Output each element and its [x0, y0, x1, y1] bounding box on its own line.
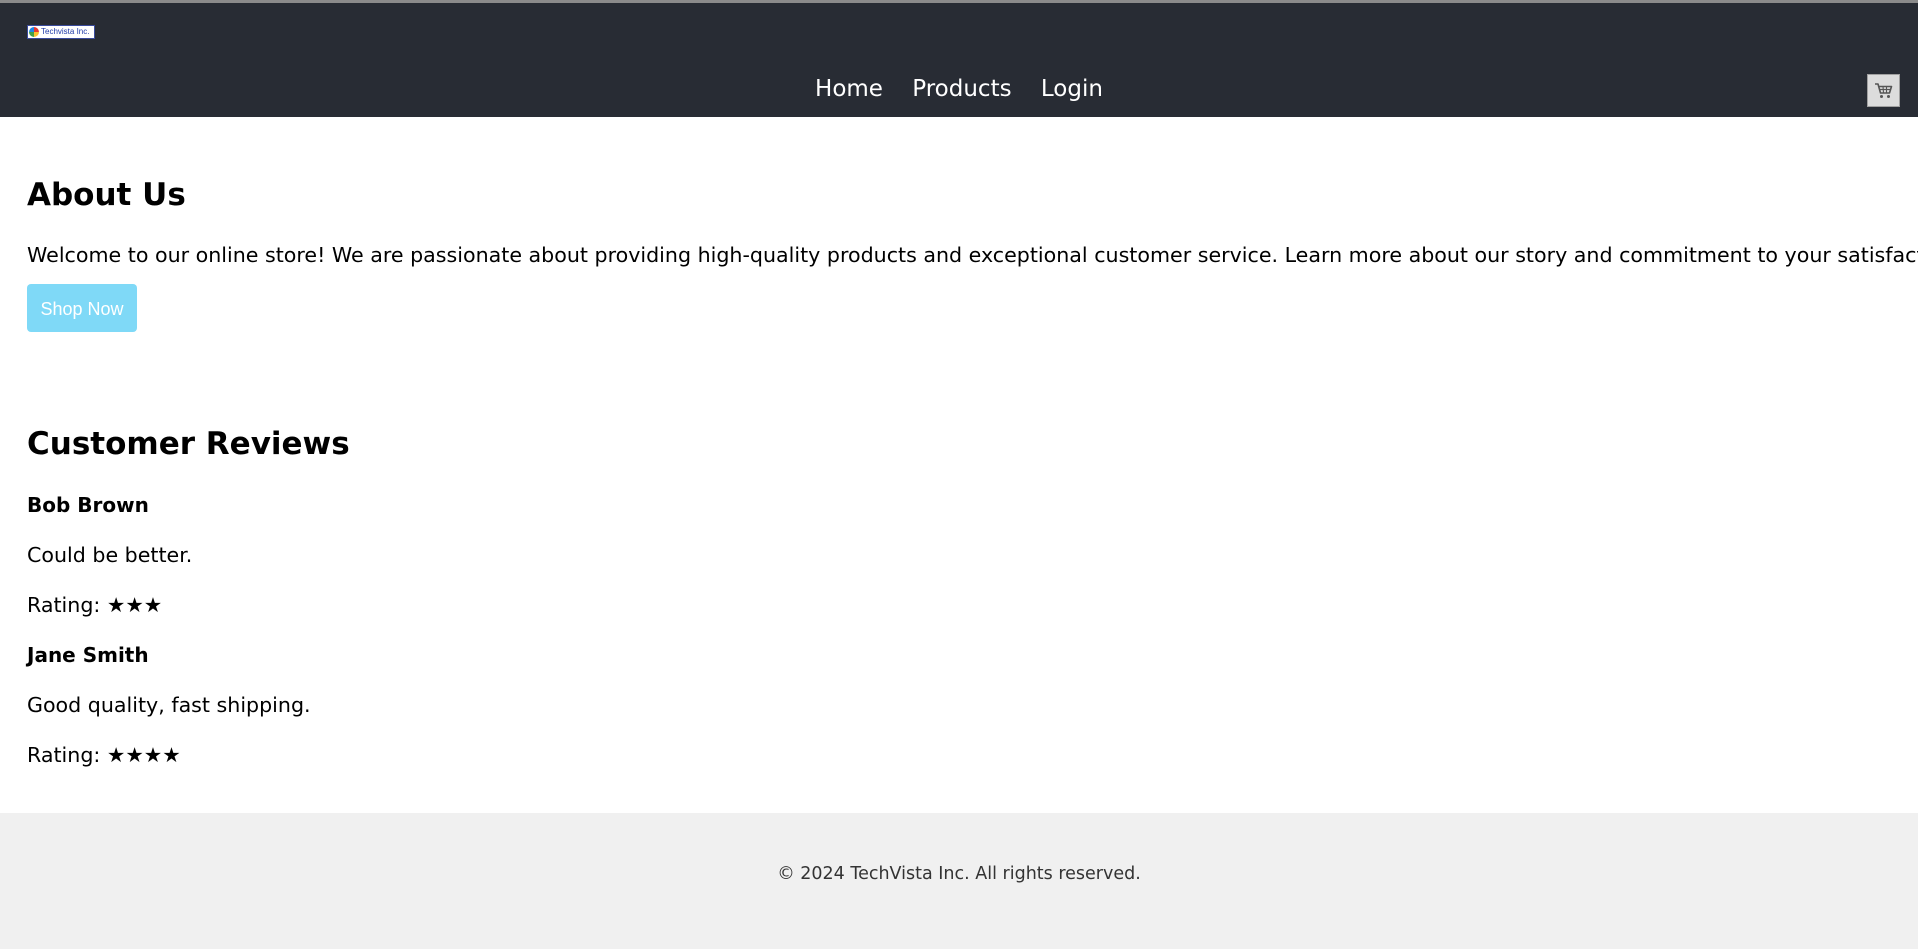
about-section: About Us Welcome to our online store! We… [27, 117, 1918, 417]
logo-text: Techvista Inc. [41, 27, 90, 36]
company-logo[interactable]: Techvista Inc. [27, 25, 95, 39]
reviews-section: Customer Reviews Bob Brown Could be bett… [27, 417, 1891, 767]
site-footer: © 2024 TechVista Inc. All rights reserve… [0, 813, 1918, 949]
review-item: Jane Smith Good quality, fast shipping. … [27, 643, 1891, 767]
main-nav: Home Products Login [0, 75, 1918, 103]
cart-button[interactable] [1867, 74, 1900, 107]
review-item: Bob Brown Could be better. Rating: ★★★ [27, 493, 1891, 617]
reviewer-name: Bob Brown [27, 493, 149, 517]
nav-home-link[interactable]: Home [815, 76, 883, 102]
main-content: About Us Welcome to our online store! We… [0, 117, 1918, 767]
reviewer-name: Jane Smith [27, 643, 149, 667]
review-rating: Rating: ★★★★ [27, 743, 181, 767]
review-text: Good quality, fast shipping. [27, 693, 311, 717]
shopping-cart-icon [1875, 83, 1893, 98]
logo-mark-icon [29, 27, 39, 37]
reviews-title: Customer Reviews [27, 426, 350, 462]
copyright-text: © 2024 TechVista Inc. All rights reserve… [777, 864, 1141, 884]
site-header: Techvista Inc. Home Products Login [0, 3, 1918, 117]
review-text: Could be better. [27, 543, 193, 567]
shop-now-button[interactable]: Shop Now [27, 284, 137, 332]
about-description: Welcome to our online store! We are pass… [27, 243, 1918, 267]
nav-login-link[interactable]: Login [1041, 76, 1103, 102]
nav-products-link[interactable]: Products [912, 76, 1011, 102]
about-title: About Us [27, 177, 186, 213]
review-rating: Rating: ★★★ [27, 593, 163, 617]
